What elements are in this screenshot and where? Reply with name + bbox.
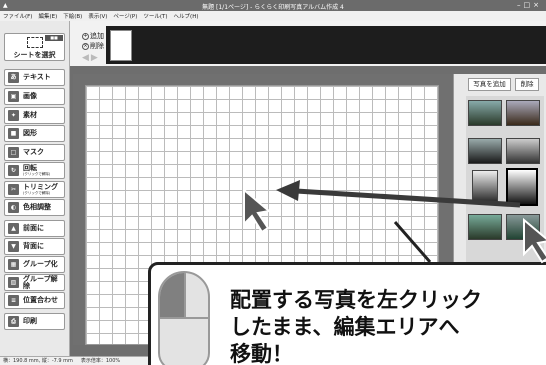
shape-icon: ■ <box>8 128 19 139</box>
bring-front-icon: ▲ <box>8 223 19 234</box>
maximize-icon[interactable]: □ <box>524 1 534 9</box>
send-back-button[interactable]: ▼ 背面に <box>4 238 65 255</box>
hue-tool-button[interactable]: ◐ 色相調整 <box>4 199 65 216</box>
ungroup-icon: ▧ <box>8 277 19 288</box>
material-icon: ✦ <box>8 110 19 121</box>
mouse-divider <box>160 317 208 319</box>
menu-file[interactable]: ファイル(F) <box>3 12 32 20</box>
menu-help[interactable]: ヘルプ(H) <box>174 12 199 20</box>
close-icon[interactable]: × <box>533 1 542 9</box>
sheet-mini-icon: ■■ <box>45 35 63 41</box>
delete-photo-button[interactable]: 削除 <box>515 78 539 91</box>
trim-tool-button[interactable]: ✂ トリミング (クリックで解除) <box>4 181 65 198</box>
print-button[interactable]: ⎙ 印刷 <box>4 313 65 330</box>
menu-background[interactable]: 下絵(B) <box>63 12 82 20</box>
photo-thumbnail[interactable] <box>506 138 540 164</box>
menu-view[interactable]: 表示(V) <box>88 12 107 20</box>
menu-edit[interactable]: 編集(E) <box>38 12 57 20</box>
tool-panel: ■■ シートを選択 あテキスト ▣ 画像 ✦ 素材 ■ 図形 □ マスク ↻ 回転 (クリッ… <box>0 21 70 356</box>
rotate-tool-button[interactable]: ↻ 回転 (クリックで解除) <box>4 162 65 179</box>
mouse-divider <box>184 273 186 317</box>
zoom-level: 表示倍率：100% <box>80 358 121 364</box>
material-tool-button[interactable]: ✦ 素材 <box>4 107 65 124</box>
select-sheet-button[interactable]: ■■ シートを選択 <box>4 33 65 61</box>
bring-front-button[interactable]: ▲ 前面に <box>4 220 65 237</box>
rotate-icon: ↻ <box>8 165 19 176</box>
ungroup-button[interactable]: ▧ グループ解除 <box>4 274 65 291</box>
photo-thumbnail[interactable] <box>472 170 498 204</box>
minus-icon: × <box>82 42 89 50</box>
group-icon: ▦ <box>8 259 19 270</box>
cursor-position: 横：190.8 mm, 縦：-7.9 mm <box>3 358 73 364</box>
instruction-text: 配置する写真を左クリック したまま、編集エリアへ 移動！ <box>230 287 546 365</box>
text-tool-button[interactable]: あテキスト <box>4 69 65 86</box>
menu-tools[interactable]: ツール(T) <box>143 12 167 20</box>
prev-page-icon[interactable]: ◀ <box>82 53 91 63</box>
text-icon: あ <box>8 72 19 83</box>
mask-tool-button[interactable]: □ マスク <box>4 144 65 161</box>
title-bar: ▲ 無題 [1/1ページ] - らくらく印刷写真アルバム作成 4 –□× <box>0 0 546 11</box>
delete-page-button[interactable]: × 削除 <box>82 41 104 51</box>
add-photo-button[interactable]: 写真を追加 <box>468 78 511 91</box>
align-icon: ≡ <box>8 295 19 306</box>
menu-bar: ファイル(F) 編集(E) 下絵(B) 表示(V) ページ(P) ツール(T) … <box>0 11 546 21</box>
align-button[interactable]: ≡ 位置合わせ <box>4 292 65 309</box>
window-title: 無題 [1/1ページ] - らくらく印刷写真アルバム作成 4 <box>202 4 344 11</box>
page-thumbnail[interactable] <box>110 30 132 61</box>
photo-thumbnail[interactable] <box>468 214 502 240</box>
mouse-left-button <box>160 273 184 317</box>
photo-thumbnail[interactable] <box>468 138 502 164</box>
group-button[interactable]: ▦ グループ化 <box>4 256 65 273</box>
mouse-left-click-icon <box>158 271 210 365</box>
instruction-line: 移動！ <box>230 342 293 365</box>
instruction-line: 配置する写真を左クリック <box>230 288 482 312</box>
photo-thumbnail[interactable] <box>506 214 540 240</box>
hue-icon: ◐ <box>8 202 19 213</box>
sheet-icon <box>27 37 43 48</box>
instruction-line: したまま、編集エリアへ <box>230 315 460 339</box>
trim-icon: ✂ <box>8 184 19 195</box>
add-page-button[interactable]: + 追加 <box>82 31 104 41</box>
window-controls[interactable]: –□× <box>517 1 542 9</box>
page-thumbnail-strip <box>106 26 546 64</box>
print-icon: ⎙ <box>8 316 19 327</box>
image-icon: ▣ <box>8 91 19 102</box>
plus-icon: + <box>82 32 89 40</box>
menu-page[interactable]: ページ(P) <box>113 12 137 20</box>
send-back-icon: ▼ <box>8 241 19 252</box>
image-tool-button[interactable]: ▣ 画像 <box>4 88 65 105</box>
shape-tool-button[interactable]: ■ 図形 <box>4 125 65 142</box>
next-page-icon[interactable]: ▶ <box>91 53 100 63</box>
photo-thumbnail[interactable] <box>468 100 502 126</box>
photo-thumbnail[interactable] <box>506 100 540 126</box>
page-nav: ◀▶ <box>82 53 100 63</box>
photo-thumbnail-selected[interactable] <box>506 168 538 206</box>
page-add-delete: + 追加 × 削除 <box>82 31 104 51</box>
mask-icon: □ <box>8 147 19 158</box>
